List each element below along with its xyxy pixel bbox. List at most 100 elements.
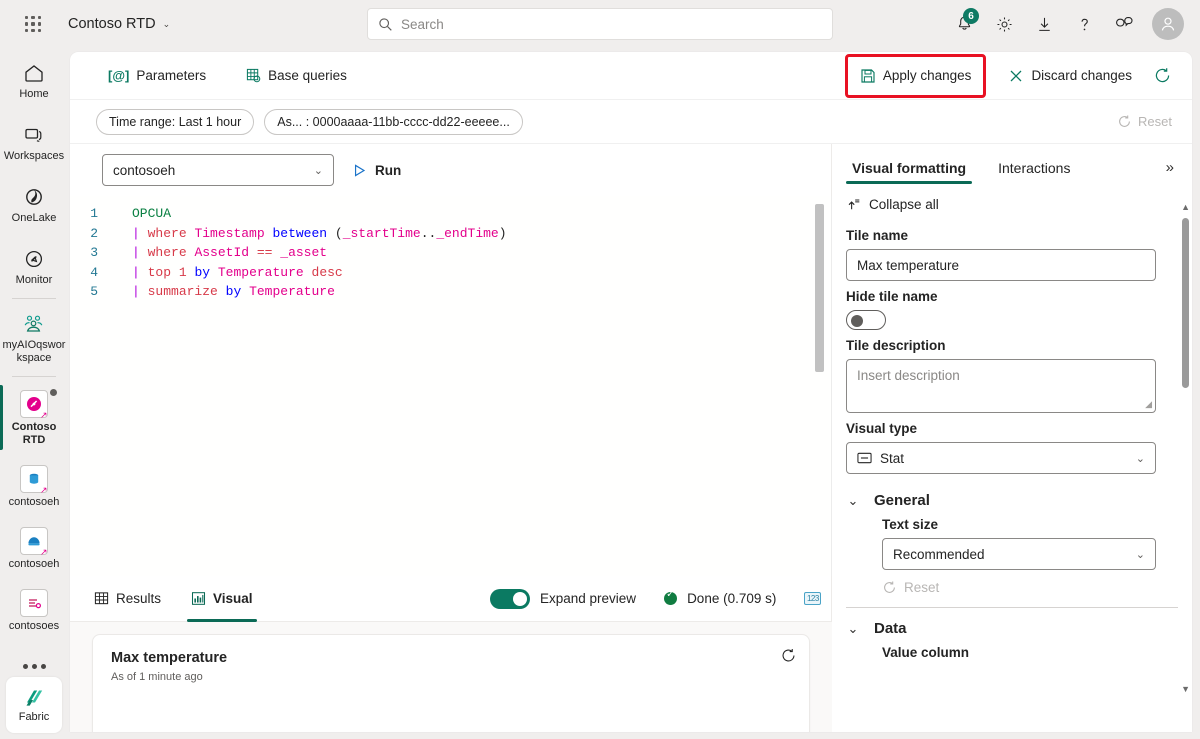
tab-results-label: Results — [116, 591, 161, 606]
code-text: | where Timestamp between (_startTime.._… — [108, 224, 507, 244]
sidebar-item-contosoeh-eventhouse[interactable]: ↗ contosoeh — [0, 458, 68, 514]
brand-title-menu[interactable]: Contoso RTD ⌄ — [68, 16, 170, 32]
sidebar-item-contosoes-eventstream[interactable]: contosoes — [0, 582, 68, 638]
divider — [846, 607, 1178, 608]
sidebar-item-contoso-rtd[interactable]: ↗ Contoso RTD — [0, 383, 68, 452]
sidebar-item-workspaces[interactable]: Workspaces — [0, 116, 68, 168]
discard-changes-button[interactable]: Discard changes — [998, 61, 1142, 91]
asset-parameter-label: As... : 0000aaaa-11bb-cccc-dd22-eeeee... — [277, 115, 510, 129]
visual-preview-area: Max temperature As of 1 minute ago 1,000 — [70, 622, 832, 732]
notifications-bell-icon[interactable]: 6 — [944, 4, 984, 44]
section-general[interactable]: ⌄ General — [846, 492, 1178, 509]
kql-database-icon: ↗ — [20, 527, 48, 555]
tab-interactions[interactable]: Interactions — [992, 160, 1076, 184]
chevron-down-icon: ⌄ — [314, 164, 323, 177]
resize-grip-icon[interactable]: ◢ — [1145, 399, 1152, 410]
editor-vertical-scrollbar[interactable] — [815, 204, 824, 372]
scroll-down-arrow-icon[interactable]: ▼ — [1181, 684, 1190, 694]
chevron-double-right-icon[interactable]: » — [1166, 159, 1174, 176]
divider — [12, 376, 56, 377]
section-data[interactable]: ⌄ Data — [846, 620, 1178, 637]
filters-reset-label: Reset — [1138, 114, 1172, 129]
stat-visual-icon — [857, 452, 872, 464]
expand-preview-label: Expand preview — [540, 591, 636, 606]
brand-title: Contoso RTD — [68, 16, 156, 32]
text-size-dropdown[interactable]: Recommended ⌄ — [882, 538, 1156, 570]
section-data-label: Data — [874, 620, 907, 637]
avatar[interactable] — [1152, 8, 1184, 40]
value-column-label: Value column — [882, 645, 1178, 660]
left-nav-rail: Home Workspaces OneLake Monitor myA — [0, 48, 68, 739]
collapse-all-button[interactable]: Collapse all — [846, 188, 1178, 220]
parameters-button[interactable]: [@] Parameters — [98, 61, 216, 91]
visual-type-dropdown[interactable]: Stat ⌄ — [846, 442, 1156, 474]
chart-bar-icon — [191, 591, 206, 606]
sidebar-item-onelake[interactable]: OneLake — [0, 178, 68, 230]
hide-tile-name-toggle[interactable] — [846, 310, 886, 330]
sidebar-item-label: Monitor — [16, 274, 53, 287]
general-reset-button[interactable]: Reset — [882, 580, 1178, 595]
feedback-icon[interactable] — [1104, 4, 1144, 44]
search-icon — [378, 17, 393, 32]
sidebar-item-home[interactable]: Home — [0, 54, 68, 106]
line-number: 3 — [70, 243, 108, 263]
run-query-button[interactable]: Run — [352, 163, 401, 178]
line-number: 1 — [70, 204, 108, 224]
new-indicator-dot — [50, 389, 57, 396]
tab-visual-formatting[interactable]: Visual formatting — [846, 160, 972, 184]
refresh-circle-icon[interactable] — [1146, 61, 1178, 91]
tile-description-input[interactable]: Insert description ◢ — [846, 359, 1156, 413]
top-bar-icons: 6 — [944, 0, 1190, 48]
sidebar-item-label: OneLake — [12, 212, 57, 225]
sidebar-item-label: Workspaces — [4, 150, 64, 163]
collapse-all-icon — [846, 197, 861, 212]
shortcut-badge-icon: ↗ — [40, 410, 50, 420]
search-input[interactable]: Search — [367, 8, 833, 40]
dashboard-tile[interactable]: Max temperature As of 1 minute ago 1,000 — [92, 634, 810, 732]
kql-code-editor[interactable]: 1OPCUA 2| where Timestamp between (_star… — [70, 196, 832, 576]
sidebar-item-myaioqsworkspace[interactable]: myAIOqsworkspace — [0, 305, 68, 370]
hide-tile-name-label: Hide tile name — [846, 289, 1178, 304]
panel-vertical-scrollbar[interactable] — [1182, 218, 1189, 388]
collapse-all-label: Collapse all — [869, 197, 939, 212]
code-text: OPCUA — [108, 204, 171, 224]
fabric-home-button[interactable]: Fabric — [6, 677, 62, 733]
filters-reset-button[interactable]: Reset — [1117, 114, 1172, 129]
tab-results[interactable]: Results — [88, 576, 167, 622]
settings-gear-icon[interactable] — [984, 4, 1024, 44]
visual-type-label: Visual type — [846, 421, 1178, 436]
asset-parameter-pill[interactable]: As... : 0000aaaa-11bb-cccc-dd22-eeeee... — [264, 109, 523, 135]
help-question-icon[interactable] — [1064, 4, 1104, 44]
shortcut-badge-icon: ↗ — [40, 485, 50, 495]
sidebar-item-label: contosoes — [9, 620, 59, 633]
tile-name-value: Max temperature — [857, 258, 959, 273]
filters-row: Time range: Last 1 hour As... : 0000aaaa… — [70, 100, 1192, 144]
status-success-icon — [664, 592, 677, 605]
database-selector[interactable]: contosoeh ⌄ — [102, 154, 334, 186]
download-icon[interactable] — [1024, 4, 1064, 44]
close-x-icon — [1008, 68, 1024, 84]
sidebar-item-contosoeh-kqldb[interactable]: ↗ contosoeh — [0, 520, 68, 576]
tile-refresh-icon[interactable] — [780, 647, 797, 669]
workspace-people-icon — [21, 312, 47, 336]
panel-body: Collapse all Tile name Max temperature H… — [832, 188, 1192, 732]
base-queries-button[interactable]: Base queries — [236, 61, 357, 91]
expand-preview-toggle[interactable] — [490, 589, 530, 609]
fabric-logo-icon — [21, 687, 47, 709]
results-tab-bar: Results Visual Expand preview — [70, 576, 832, 622]
line-number: 5 — [70, 282, 108, 302]
code-line: 2| where Timestamp between (_startTime..… — [70, 224, 832, 244]
workspaces-icon — [22, 123, 46, 147]
code-line: 5| summarize by Temperature — [70, 282, 832, 302]
chevron-down-icon: ⌄ — [1136, 452, 1145, 465]
chevron-down-icon: ⌄ — [846, 493, 860, 509]
code-text: | summarize by Temperature — [108, 282, 335, 302]
scroll-up-arrow-icon[interactable]: ▲ — [1181, 202, 1190, 212]
tab-visual[interactable]: Visual — [185, 576, 259, 622]
waffle-grid-icon[interactable] — [16, 7, 50, 41]
apply-changes-button[interactable]: Apply changes — [854, 61, 978, 91]
sidebar-item-monitor[interactable]: Monitor — [0, 240, 68, 292]
home-icon — [22, 61, 46, 85]
time-range-pill[interactable]: Time range: Last 1 hour — [96, 109, 254, 135]
tile-name-input[interactable]: Max temperature — [846, 249, 1156, 281]
